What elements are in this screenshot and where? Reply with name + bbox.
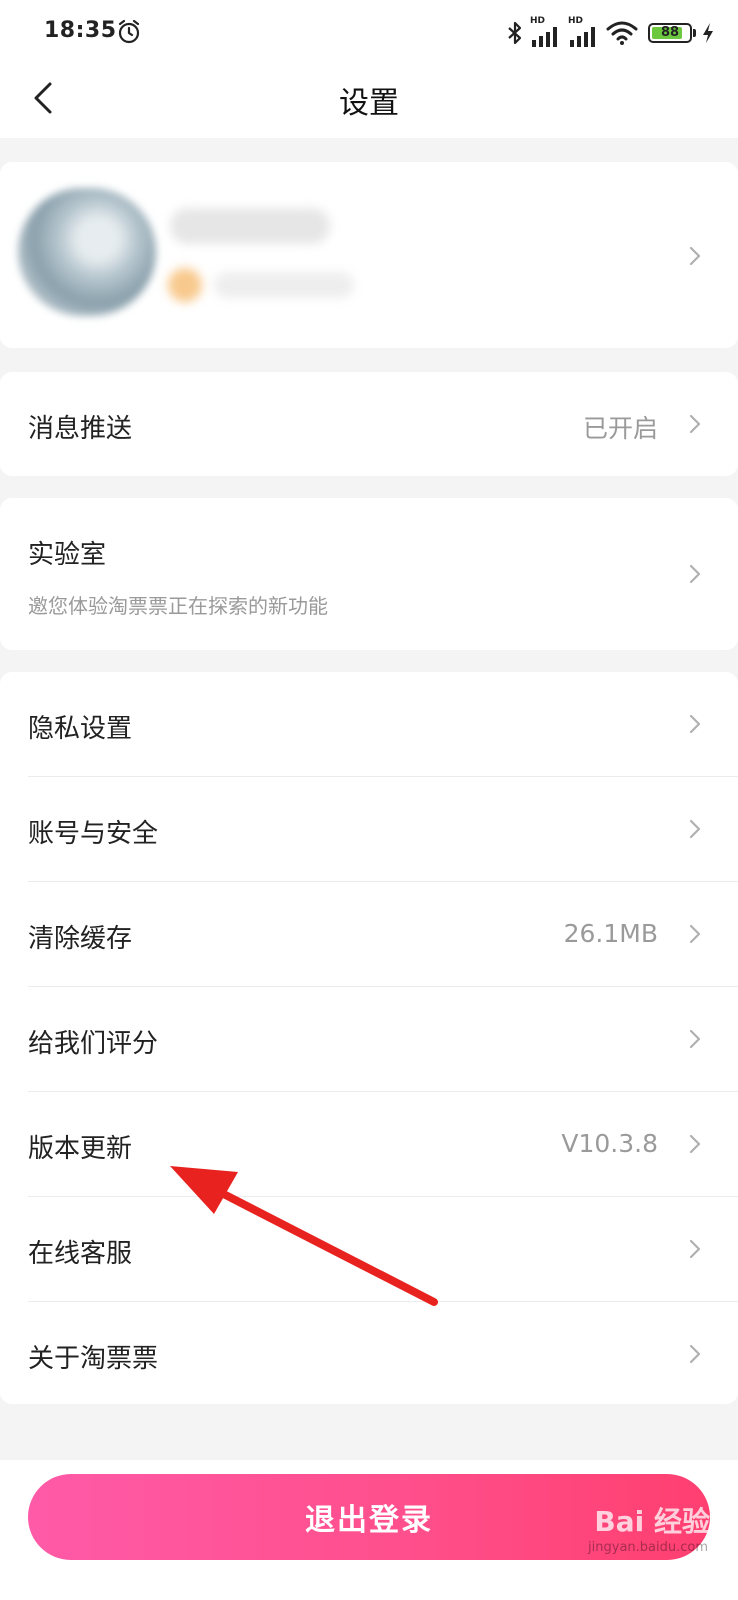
battery-icon: 88 — [648, 23, 692, 43]
cache-label: 清除缓存 — [28, 924, 133, 954]
version-value: V10.3.8 — [561, 1129, 658, 1158]
watermark-url: jingyan.baidu.com — [588, 1540, 708, 1555]
avatar — [18, 188, 156, 316]
privacy-label: 隐私设置 — [28, 714, 133, 744]
settings-item-push[interactable]: 消息推送 已开启 — [0, 372, 738, 476]
chevron-right-icon — [689, 1239, 701, 1259]
profile-name-blurred — [170, 208, 330, 244]
profile-card[interactable] — [0, 162, 738, 348]
status-icons: HD HD 88 — [506, 16, 714, 48]
chevron-right-icon — [689, 1344, 701, 1364]
settings-item-cache[interactable]: 清除缓存 26.1MB — [0, 882, 738, 986]
settings-item-lab[interactable]: 实验室 邀您体验淘票票正在探索的新功能 — [0, 498, 738, 650]
chevron-right-icon — [689, 1134, 701, 1154]
settings-item-about[interactable]: 关于淘票票 — [0, 1302, 738, 1404]
version-label: 版本更新 — [28, 1134, 133, 1164]
watermark-brand: Bai 经验 — [594, 1505, 710, 1538]
status-bar: 18:35 HD HD 88 — [0, 0, 738, 64]
page-title: 设置 — [339, 86, 399, 121]
settings-item-service[interactable]: 在线客服 — [0, 1197, 738, 1301]
lab-label: 实验室 — [28, 540, 107, 570]
service-label: 在线客服 — [28, 1239, 133, 1269]
battery-cap — [693, 29, 696, 37]
push-label: 消息推送 — [28, 414, 133, 444]
account-label: 账号与安全 — [28, 819, 159, 849]
chevron-right-icon — [689, 414, 701, 434]
wifi-icon — [606, 21, 638, 45]
nav-bar: 设置 — [0, 64, 738, 138]
profile-sub-blurred — [214, 272, 354, 298]
bluetooth-icon — [508, 21, 522, 45]
cache-value: 26.1MB — [563, 919, 658, 948]
signal-icon-2: HD — [568, 16, 600, 48]
settings-item-account[interactable]: 账号与安全 — [0, 777, 738, 881]
chevron-right-icon — [689, 714, 701, 734]
lab-description: 邀您体验淘票票正在探索的新功能 — [28, 594, 328, 618]
charging-icon — [703, 23, 713, 43]
settings-item-privacy[interactable]: 隐私设置 — [0, 672, 738, 776]
chevron-right-icon — [689, 246, 701, 266]
alarm-icon — [118, 19, 140, 44]
battery-level: 88 — [660, 25, 680, 40]
chevron-right-icon — [689, 819, 701, 839]
chevron-right-icon — [689, 564, 701, 584]
profile-badge-blurred — [168, 268, 202, 302]
rate-label: 给我们评分 — [28, 1029, 159, 1059]
signal-icon-1: HD — [530, 16, 562, 48]
settings-item-version[interactable]: 版本更新 V10.3.8 — [0, 1092, 738, 1196]
settings-item-rate[interactable]: 给我们评分 — [0, 987, 738, 1091]
about-label: 关于淘票票 — [28, 1344, 159, 1374]
push-value: 已开启 — [582, 414, 658, 443]
chevron-right-icon — [689, 924, 701, 944]
status-time: 18:35 — [44, 18, 117, 43]
settings-list: 隐私设置 账号与安全 清除缓存 26.1MB 给我们评分 版本更新 V10.3.… — [0, 672, 738, 1404]
chevron-right-icon — [689, 1029, 701, 1049]
